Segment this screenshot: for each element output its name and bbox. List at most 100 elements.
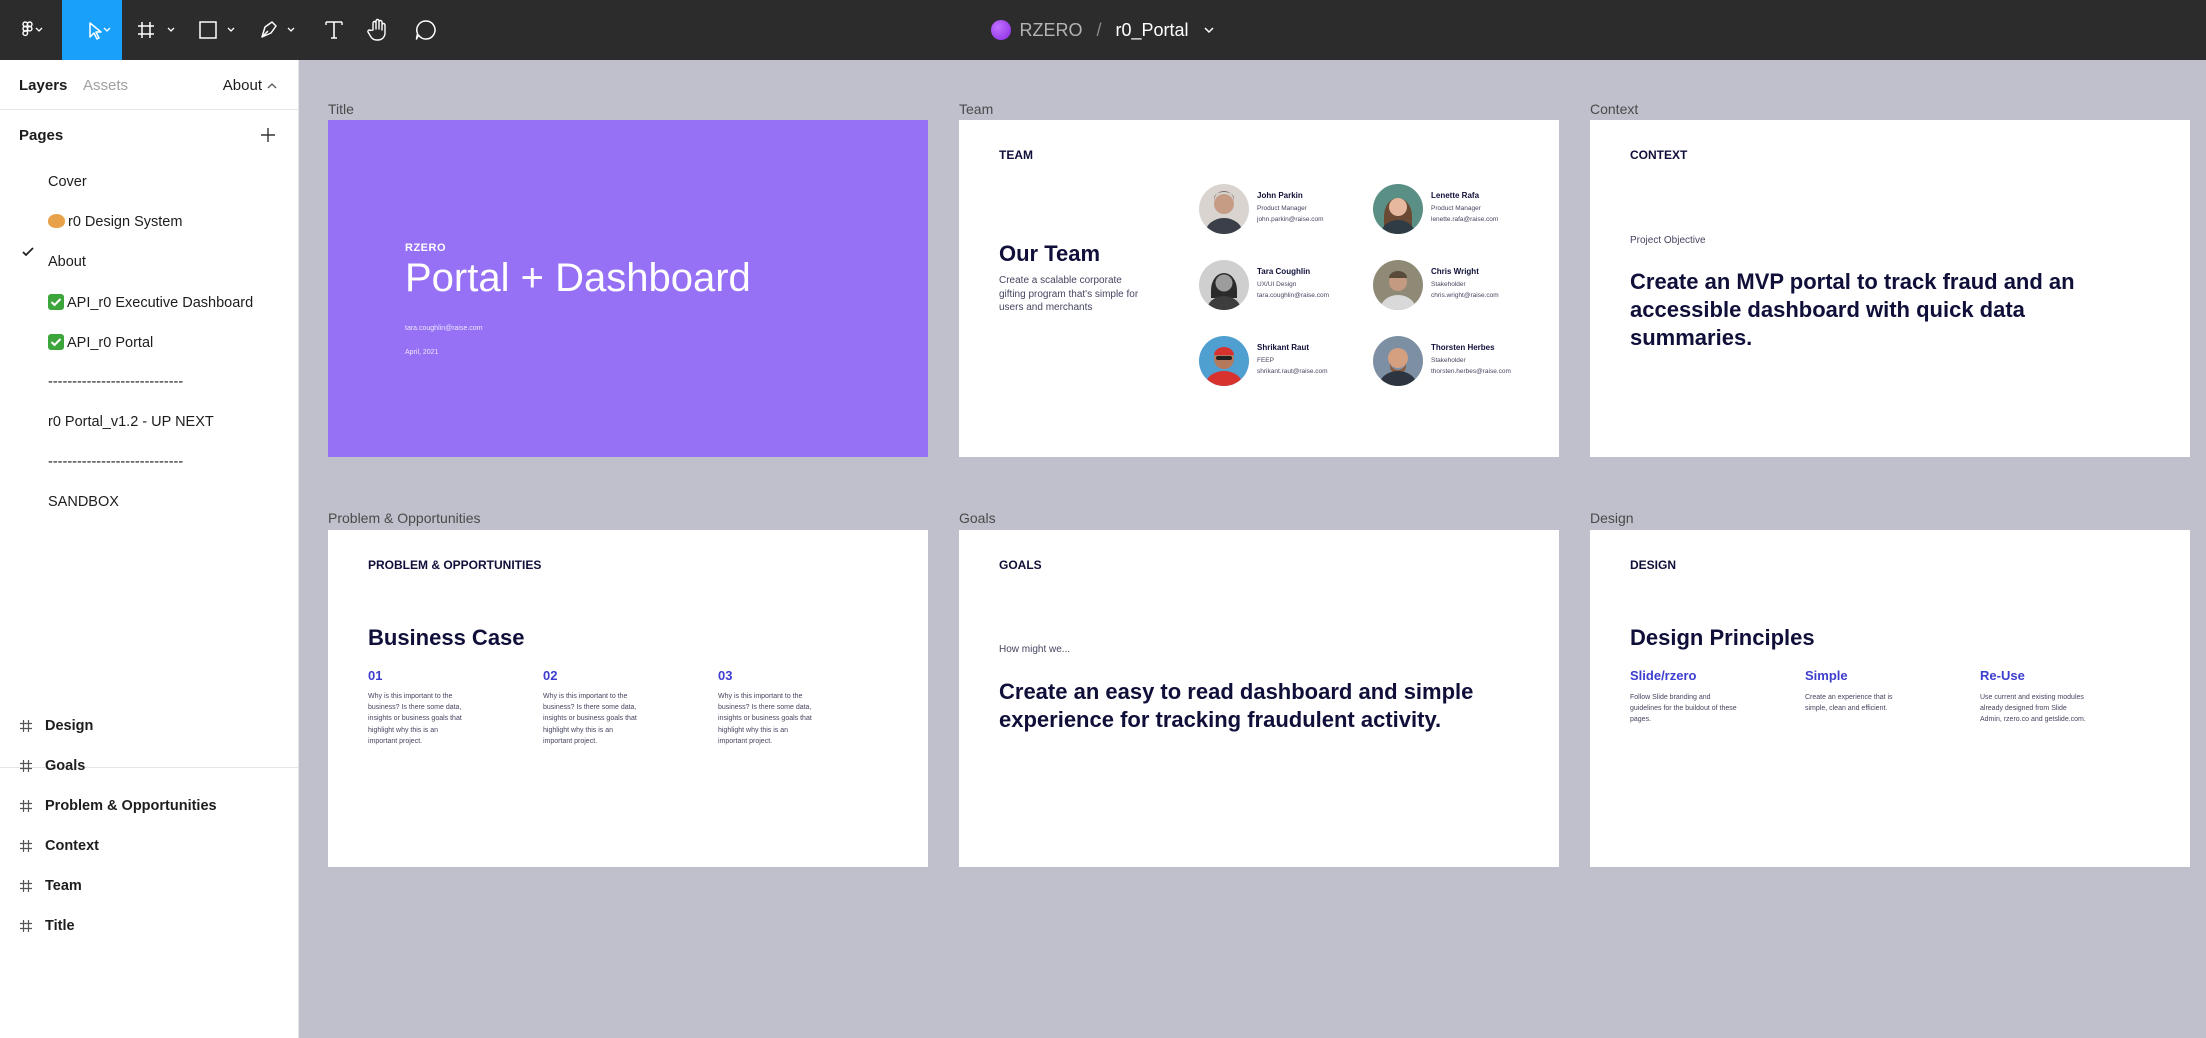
- toolbar: RZERO / r0_Portal: [0, 0, 2206, 60]
- slide-label: DESIGN: [1630, 558, 1677, 572]
- slide-label: TEAM: [999, 148, 1033, 162]
- add-page-icon[interactable]: [259, 126, 277, 144]
- member-email: thorsten.herbes@raise.com: [1431, 368, 1511, 375]
- title-email: tara.coughlin@raise.com: [405, 325, 483, 332]
- check-box-icon: [48, 294, 64, 310]
- tab-layers[interactable]: Layers: [19, 77, 67, 94]
- current-page-label: About: [222, 77, 262, 94]
- member-email: shrikant.raut@raise.com: [1257, 368, 1328, 375]
- chevron-down-icon[interactable]: [1203, 25, 1215, 35]
- frame-label-goals[interactable]: Goals: [959, 510, 996, 526]
- frame-label-design[interactable]: Design: [1590, 510, 1634, 526]
- layer-item-problem-opportunities[interactable]: Problem & Opportunities: [19, 798, 217, 814]
- frame-icon: [20, 880, 32, 892]
- title-date: April, 2021: [405, 349, 439, 356]
- member-email: john.parkin@raise.com: [1257, 216, 1324, 223]
- member-email: tara.coughlin@raise.com: [1257, 292, 1329, 299]
- frame-label-context[interactable]: Context: [1590, 101, 1638, 117]
- checkmark-icon: [22, 247, 34, 257]
- member-email: chris.wright@raise.com: [1431, 292, 1499, 299]
- objective-label: Project Objective: [1630, 235, 1706, 246]
- member-role: Product Manager: [1431, 205, 1481, 212]
- column-text: Why is this important to the business? I…: [368, 693, 462, 745]
- page-item-label: API_r0 Portal: [67, 335, 154, 351]
- frame-goals[interactable]: GOALS How might we... Create an easy to …: [959, 530, 1559, 867]
- frame-context[interactable]: CONTEXT Project Objective Create an MVP …: [1590, 120, 2190, 457]
- layer-item-team[interactable]: Team: [19, 878, 82, 894]
- member-name: Tara Coughlin: [1257, 267, 1311, 276]
- frame-label-title[interactable]: Title: [328, 101, 354, 117]
- frame-title[interactable]: RZERO Portal + Dashboard tara.coughlin@r…: [328, 120, 928, 457]
- member-role: FEEP: [1257, 357, 1274, 364]
- avatar: [1199, 184, 1249, 234]
- pages-title: Pages: [19, 127, 64, 144]
- principle-column: Re-Use Use current and existing modules …: [1980, 668, 2090, 726]
- left-sidebar: Layers Assets About Pages Cover r0 Desig…: [0, 60, 299, 1038]
- member-email: lenette.rafa@raise.com: [1431, 216, 1499, 223]
- frame-icon: [20, 920, 32, 932]
- principle-column: Simple Create an experience that is simp…: [1805, 668, 1915, 714]
- team-name[interactable]: RZERO: [1019, 20, 1082, 41]
- business-case-column: 03 Why is this important to the business…: [718, 668, 818, 747]
- team-member: Lenette Rafa Product Manager lenette.raf…: [1373, 184, 1543, 239]
- document-title[interactable]: RZERO / r0_Portal: [0, 0, 2206, 60]
- member-role: Product Manager: [1257, 205, 1307, 212]
- avatar: [1373, 184, 1423, 234]
- file-name[interactable]: r0_Portal: [1115, 20, 1188, 41]
- page-item-divider[interactable]: ----------------------------: [48, 454, 183, 470]
- layer-item-design[interactable]: Design: [19, 718, 93, 734]
- page-item-up-next[interactable]: r0 Portal_v1.2 - UP NEXT: [48, 414, 214, 430]
- principle-title: Slide/rzero: [1630, 668, 1697, 683]
- member-name: Thorsten Herbes: [1431, 343, 1495, 352]
- page-item-design-system[interactable]: r0 Design System: [48, 214, 182, 230]
- goals-statement: Create an easy to read dashboard and sim…: [999, 679, 1474, 732]
- principle-text: Create an experience that is simple, cle…: [1805, 694, 1893, 713]
- page-item-portal[interactable]: API_r0 Portal: [48, 334, 153, 351]
- frame-icon: [20, 760, 32, 772]
- objective-text: Create an MVP portal to track fraud and …: [1630, 269, 2075, 350]
- layer-label: Team: [45, 878, 82, 894]
- principle-text: Use current and existing modules already…: [1980, 694, 2086, 724]
- member-name: Chris Wright: [1431, 267, 1479, 276]
- principle-column: Slide/rzero Follow Slide branding and gu…: [1630, 668, 1740, 726]
- avatar: [1199, 260, 1249, 310]
- tab-assets[interactable]: Assets: [83, 77, 128, 94]
- column-text: Why is this important to the business? I…: [543, 693, 637, 745]
- sidebar-tabs: Layers Assets About: [0, 60, 298, 110]
- member-name: Lenette Rafa: [1431, 191, 1480, 200]
- member-name: Shrikant Raut: [1257, 343, 1310, 352]
- layer-item-goals[interactable]: Goals: [19, 758, 85, 774]
- slide-label: GOALS: [999, 558, 1042, 572]
- team-member: Shrikant Raut FEEP shrikant.raut@raise.c…: [1199, 336, 1369, 391]
- avatar: [1199, 336, 1249, 386]
- page-item-about[interactable]: About: [48, 254, 86, 270]
- frame-label-problems[interactable]: Problem & Opportunities: [328, 510, 481, 526]
- team-member: Tara Coughlin UX/UI Design tara.coughlin…: [1199, 260, 1369, 315]
- title-heading: Portal + Dashboard: [405, 256, 751, 300]
- member-role: UX/UI Design: [1257, 281, 1297, 288]
- member-role: Stakeholder: [1431, 357, 1466, 364]
- layer-item-context[interactable]: Context: [19, 838, 99, 854]
- slide-label: PROBLEM & OPPORTUNITIES: [368, 558, 542, 572]
- page-item-sandbox[interactable]: SANDBOX: [48, 494, 119, 510]
- column-number: 03: [718, 668, 733, 683]
- layer-label: Title: [45, 918, 75, 934]
- layer-label: Context: [45, 838, 99, 854]
- page-item-executive-dashboard[interactable]: API_r0 Executive Dashboard: [48, 294, 253, 311]
- page-item-cover[interactable]: Cover: [48, 174, 87, 190]
- column-number: 01: [368, 668, 383, 683]
- pages-header: Pages: [0, 110, 298, 160]
- current-page-selector[interactable]: About: [223, 77, 278, 94]
- frame-problems[interactable]: PROBLEM & OPPORTUNITIES Business Case 01…: [328, 530, 928, 867]
- member-name: John Parkin: [1257, 191, 1303, 200]
- frame-design[interactable]: DESIGN Design Principles Slide/rzero Fol…: [1590, 530, 2190, 867]
- frame-label-team[interactable]: Team: [959, 101, 993, 117]
- layer-item-title[interactable]: Title: [19, 918, 75, 934]
- design-principles-heading: Design Principles: [1630, 625, 1815, 650]
- frame-icon: [20, 840, 32, 852]
- page-item-divider[interactable]: ----------------------------: [48, 374, 183, 390]
- layer-label: Goals: [45, 758, 86, 774]
- avatar: [1373, 260, 1423, 310]
- page-item-label: API_r0 Executive Dashboard: [67, 295, 254, 311]
- frame-team[interactable]: TEAM Our Team Create a scalable corporat…: [959, 120, 1559, 457]
